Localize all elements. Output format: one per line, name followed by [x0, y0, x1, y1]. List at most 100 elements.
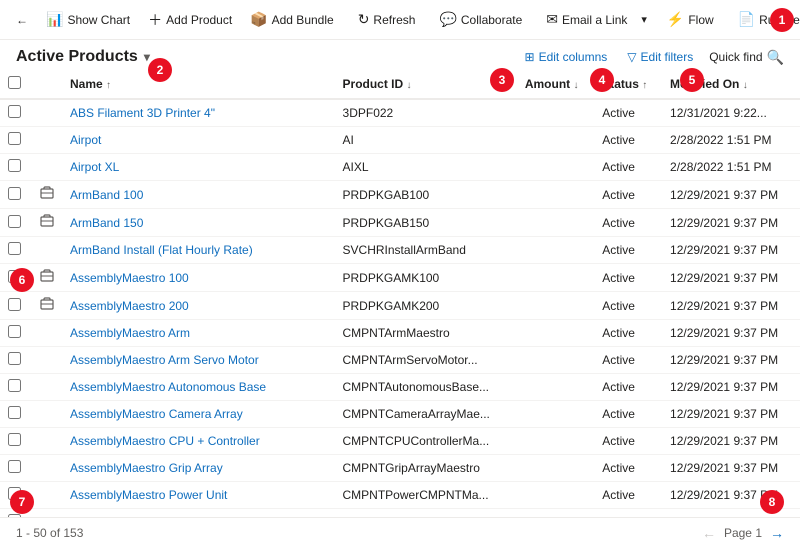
edit-filters-label: Edit filters — [641, 50, 694, 64]
next-page-button[interactable]: → — [770, 525, 784, 541]
row-checkbox-cell — [0, 428, 32, 455]
row-status: Active — [594, 320, 662, 347]
row-icon-cell — [32, 292, 62, 320]
row-icon-cell — [32, 264, 62, 292]
row-checkbox[interactable] — [8, 242, 21, 255]
row-name[interactable]: AssemblyMaestro Autonomous Base — [62, 374, 335, 401]
row-name[interactable]: ABS Filament 3D Printer 4" — [62, 99, 335, 127]
row-checkbox[interactable] — [8, 325, 21, 338]
row-product-id: CMPNTArmMaestro — [335, 320, 517, 347]
row-modified: 12/29/2021 9:37 PM — [662, 181, 800, 209]
row-amount — [517, 347, 594, 374]
row-checkbox[interactable] — [8, 215, 21, 228]
show-chart-button[interactable]: 📊 Show Chart — [38, 7, 138, 32]
row-status: Active — [594, 292, 662, 320]
row-status: Active — [594, 509, 662, 518]
row-modified: 2/28/2022 1:51 PM — [662, 127, 800, 154]
row-icon-cell — [32, 374, 62, 401]
table-header-row: Name ↑ Product ID ↓ Amount ↓ Status ↑ Mo… — [0, 70, 800, 99]
row-name[interactable]: Airpot — [62, 127, 335, 154]
row-name[interactable]: ArmBand 150 — [62, 209, 335, 237]
row-checkbox[interactable] — [8, 270, 21, 283]
row-amount — [517, 209, 594, 237]
row-checkbox-cell — [0, 509, 32, 518]
row-icon-cell — [32, 428, 62, 455]
row-status: Active — [594, 347, 662, 374]
name-col-header[interactable]: Name ↑ — [62, 70, 335, 99]
prev-page-button[interactable]: ← — [702, 525, 716, 541]
row-name[interactable]: AssemblyMaestro Arm Servo Motor — [62, 347, 335, 374]
row-checkbox[interactable] — [8, 379, 21, 392]
row-name[interactable]: AssemblyMaestro Camera Array — [62, 401, 335, 428]
row-status: Active — [594, 209, 662, 237]
collaborate-button[interactable]: 💬 Collaborate — [431, 7, 530, 32]
row-checkbox[interactable] — [8, 105, 21, 118]
add-bundle-icon: 📦 — [250, 11, 267, 28]
row-name[interactable]: ArmBand 100 — [62, 181, 335, 209]
row-checkbox[interactable] — [8, 352, 21, 365]
row-checkbox[interactable] — [8, 159, 21, 172]
table-row: Airpot XL AIXL Active 2/28/2022 1:51 PM — [0, 154, 800, 181]
select-all-checkbox[interactable] — [8, 76, 21, 89]
row-status: Active — [594, 181, 662, 209]
table-wrap[interactable]: Name ↑ Product ID ↓ Amount ↓ Status ↑ Mo… — [0, 70, 800, 517]
flow-button[interactable]: ⚡ Flow — [659, 7, 722, 32]
row-checkbox[interactable] — [8, 298, 21, 311]
run-report-button[interactable]: 📄 Run Report — [730, 7, 800, 32]
row-name[interactable]: AssemblyMaestro CPU + Controller — [62, 428, 335, 455]
row-checkbox[interactable] — [8, 187, 21, 200]
modified-sort-icon: ↓ — [743, 80, 748, 91]
row-name[interactable]: AssemblyMaestro Power Unit — [62, 482, 335, 509]
back-button[interactable]: ← — [8, 9, 36, 31]
columns-icon: ⊞ — [525, 50, 535, 64]
amount-col-header[interactable]: Amount ↓ — [517, 70, 594, 99]
row-name[interactable]: AssemblyMaestro Arm — [62, 320, 335, 347]
row-checkbox[interactable] — [8, 514, 21, 517]
row-modified: 12/29/2021 9:37 PM — [662, 482, 800, 509]
row-checkbox[interactable] — [8, 406, 21, 419]
row-name[interactable]: AssemblyMaestro Grip Array — [62, 455, 335, 482]
row-name[interactable]: AssemblyMaestro 200 — [62, 292, 335, 320]
email-icon: ✉ — [546, 11, 558, 28]
email-link-button[interactable]: ✉ Email a Link — [538, 7, 635, 32]
row-checkbox[interactable] — [8, 460, 21, 473]
row-modified: 12/29/2021 9:37 PM — [662, 292, 800, 320]
row-checkbox-cell — [0, 237, 32, 264]
row-icon-cell — [32, 455, 62, 482]
row-checkbox-cell — [0, 347, 32, 374]
row-amount — [517, 292, 594, 320]
row-name[interactable]: ArmBand Install (Flat Hourly Rate) — [62, 237, 335, 264]
row-name[interactable]: Airpot XL — [62, 154, 335, 181]
row-checkbox-cell — [0, 181, 32, 209]
row-icon-cell — [32, 347, 62, 374]
add-bundle-button[interactable]: 📦 Add Bundle — [242, 7, 342, 32]
row-status: Active — [594, 237, 662, 264]
refresh-button[interactable]: ↻ Refresh — [350, 7, 424, 32]
modified-col-header[interactable]: Modified On ↓ — [662, 70, 800, 99]
row-icon-cell — [32, 209, 62, 237]
table-row: AssemblyMaestro Power Unit CMPNTPowerCMP… — [0, 482, 800, 509]
status-col-header[interactable]: Status ↑ — [594, 70, 662, 99]
row-type-icon — [40, 270, 54, 286]
row-modified: 12/29/2021 9:37 PM — [662, 374, 800, 401]
row-status: Active — [594, 428, 662, 455]
row-checkbox[interactable] — [8, 487, 21, 500]
add-product-button[interactable]: ＋ Add Product — [140, 6, 240, 34]
row-product-id: AI — [335, 127, 517, 154]
edit-columns-button[interactable]: ⊞ Edit columns — [521, 48, 612, 66]
edit-filters-button[interactable]: ▽ Edit filters — [623, 48, 697, 66]
row-checkbox-cell — [0, 99, 32, 127]
select-all-col — [0, 70, 32, 99]
email-chevron[interactable]: ▾ — [637, 9, 651, 30]
row-checkbox[interactable] — [8, 132, 21, 145]
row-name[interactable]: AssemblyMaestro 100 — [62, 264, 335, 292]
row-amount — [517, 482, 594, 509]
table-row: ArmBand 100 PRDPKGAB100 Active 12/29/202… — [0, 181, 800, 209]
search-icon[interactable]: 🔍 — [767, 49, 784, 66]
view-title-chevron-icon[interactable]: ▾ — [144, 50, 150, 64]
row-checkbox[interactable] — [8, 433, 21, 446]
back-icon: ← — [16, 13, 28, 27]
row-status: Active — [594, 401, 662, 428]
product-id-col-header[interactable]: Product ID ↓ — [335, 70, 517, 99]
row-name[interactable]: AssemblyMaestro Trunk Servo Motor — [62, 509, 335, 518]
